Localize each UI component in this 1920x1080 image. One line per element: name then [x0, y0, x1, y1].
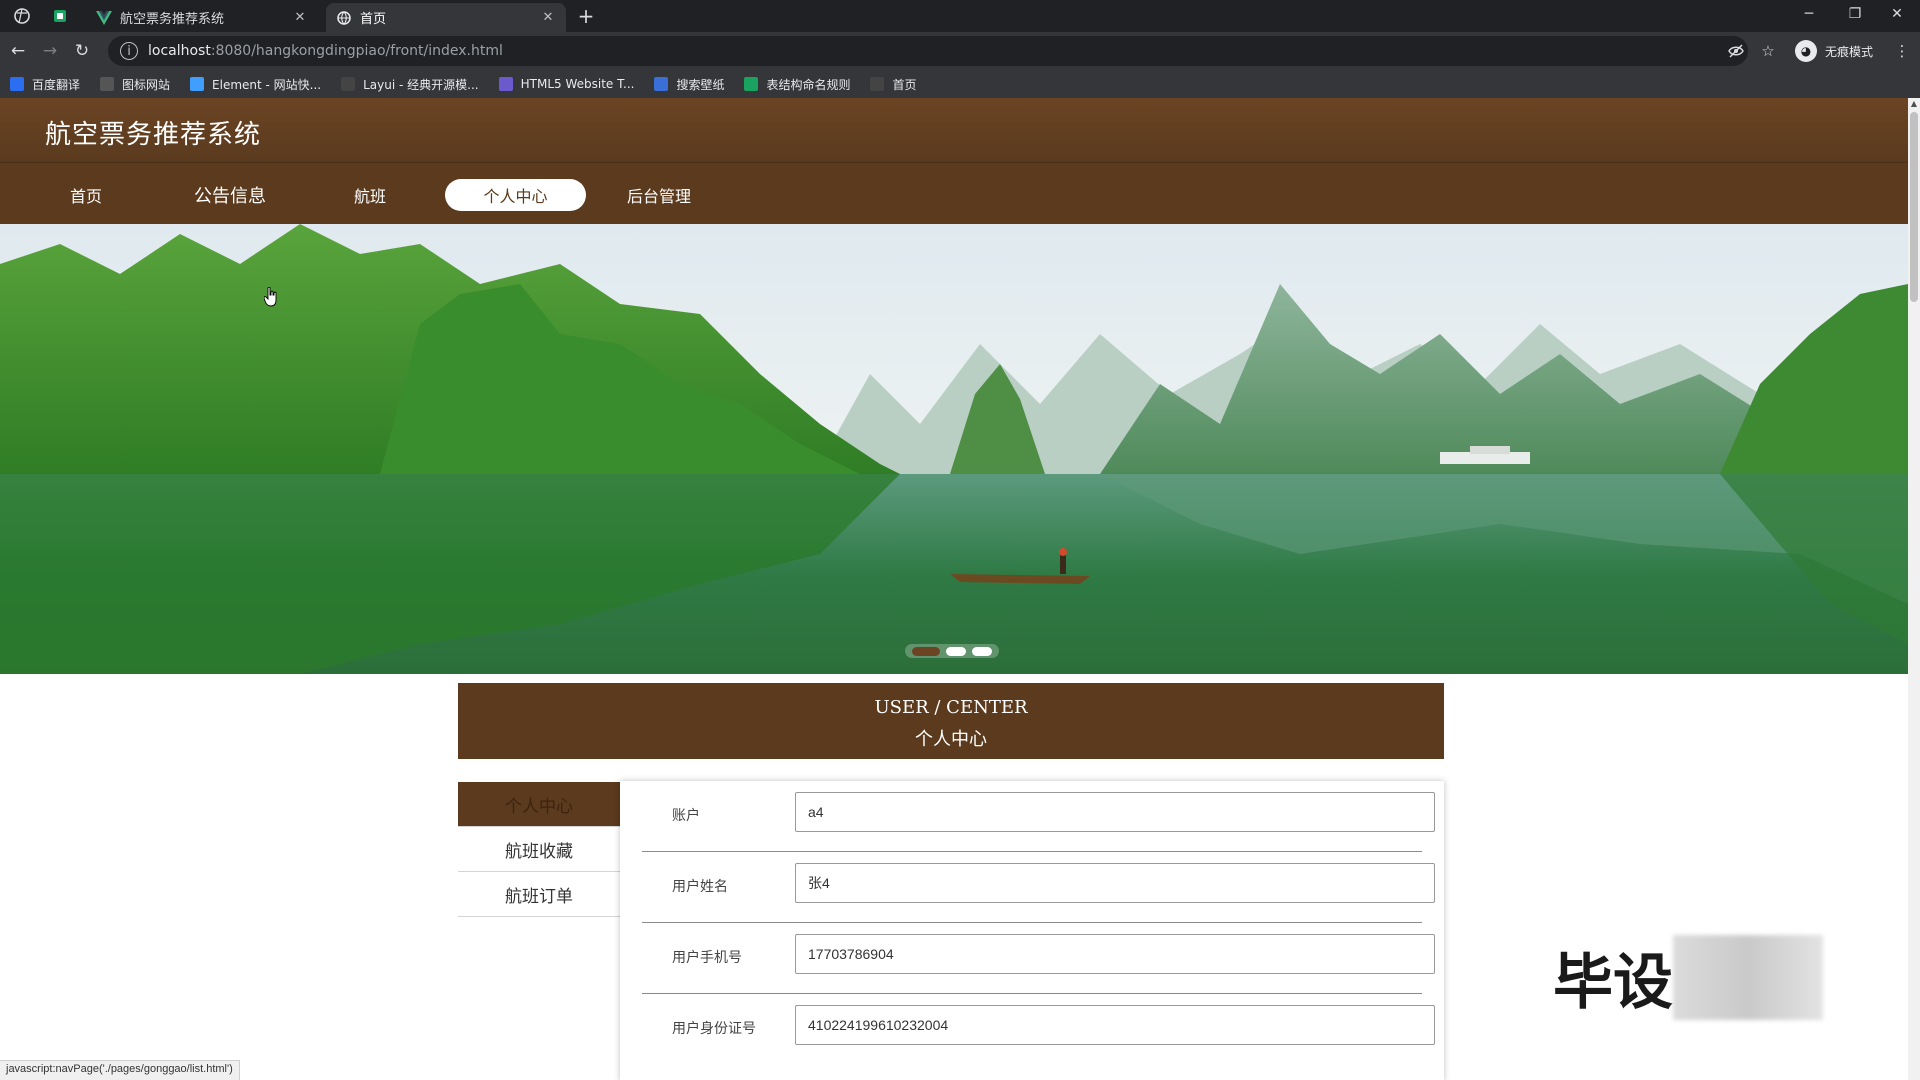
- html5-icon: [498, 77, 513, 91]
- url-host: localhost: [148, 43, 211, 59]
- url-path: :8080/hangkongdingpiao/front/index.html: [210, 43, 503, 59]
- translate-icon: [10, 77, 24, 91]
- page-viewport: 航空票务推荐系统 首页 公告信息 航班 个人中心 后台管理 USER / CEN…: [0, 98, 1908, 1080]
- tab-title: 首页: [360, 12, 387, 27]
- restore-icon[interactable]: ❐: [1832, 0, 1878, 28]
- eye-off-icon[interactable]: [1724, 39, 1748, 63]
- user-center-title-en: USER / CENTER: [874, 697, 1028, 718]
- bookmark-item[interactable]: HTML5 Website T...: [498, 77, 635, 91]
- phone-input[interactable]: [795, 934, 1435, 974]
- bookmark-label: 百度翻译: [32, 77, 81, 92]
- nav-home[interactable]: 首页: [54, 179, 118, 211]
- layui-icon: [341, 77, 356, 91]
- sheet-icon: [744, 77, 759, 91]
- bookmark-label: Element - 网站快...: [212, 77, 322, 92]
- bookmark-label: 图标网站: [122, 77, 171, 92]
- nav-announcements[interactable]: 公告信息: [178, 179, 282, 211]
- close-icon[interactable]: ✕: [292, 10, 308, 26]
- carousel-dot-2[interactable]: [946, 646, 966, 656]
- nav-admin[interactable]: 后台管理: [618, 179, 700, 211]
- nav-user-center[interactable]: 个人中心: [445, 179, 586, 211]
- watermark-blur: [1673, 935, 1823, 1020]
- bookmark-label: 表结构命名规则: [766, 77, 851, 92]
- site-info-icon[interactable]: i: [120, 42, 138, 60]
- bookmark-item[interactable]: 百度翻译: [10, 76, 80, 93]
- nav-flights[interactable]: 航班: [338, 179, 402, 211]
- site-title: 航空票务推荐系统: [45, 120, 262, 150]
- name-input[interactable]: [795, 863, 1435, 903]
- bookmarks-bar: 百度翻译 图标网站 Element - 网站快... Layui - 经典开源模...…: [0, 70, 1920, 98]
- minimize-icon[interactable]: ─: [1786, 0, 1832, 28]
- menu-item-flight-orders[interactable]: 航班订单: [458, 872, 620, 917]
- name-label: 用户姓名: [672, 879, 728, 895]
- incognito-label: 无痕模式: [1825, 44, 1874, 59]
- close-icon[interactable]: ✕: [540, 10, 556, 26]
- flag-icon: [100, 77, 115, 91]
- carousel-indicators: [905, 644, 999, 658]
- form-row-id-number: 用户身份证号: [642, 994, 1435, 1065]
- back-icon[interactable]: ←: [6, 39, 30, 63]
- banner-carousel[interactable]: [0, 224, 1908, 674]
- window-close-icon[interactable]: ✕: [1874, 0, 1920, 28]
- bookmark-label: 搜索壁纸: [676, 77, 725, 92]
- sheet-tab-icon[interactable]: [48, 4, 72, 28]
- chrome-menu-icon[interactable]: [10, 4, 34, 28]
- hand-cursor-icon: [264, 287, 277, 307]
- watermark: 毕设: [1553, 935, 1823, 1020]
- globe-icon: [870, 77, 885, 91]
- wallpaper-icon: [654, 77, 669, 91]
- form-row-account: 账户: [642, 781, 1435, 852]
- watermark-text: 毕设: [1553, 948, 1673, 1018]
- site-header: 航空票务推荐系统: [0, 98, 1908, 162]
- profile-form: 账户 用户姓名 用户手机号 用户身份证号: [620, 781, 1444, 1080]
- reload-icon[interactable]: ↻: [70, 39, 94, 63]
- incognito-icon: ◕: [1795, 40, 1817, 62]
- phone-label: 用户手机号: [672, 950, 742, 966]
- link-status-bar: javascript:navPage('./pages/gonggao/list…: [0, 1060, 240, 1080]
- bookmark-item[interactable]: 首页: [870, 76, 917, 93]
- vue-icon: [96, 10, 112, 26]
- id-number-input[interactable]: [795, 1005, 1435, 1045]
- address-bar[interactable]: i localhost:8080/hangkongdingpiao/front/…: [108, 36, 1748, 66]
- scroll-up-arrow-icon[interactable]: ▲: [1910, 100, 1918, 108]
- banner-landscape-image: [0, 224, 1908, 674]
- browser-toolbar: ← → ↻ i localhost:8080/hangkongdingpiao/…: [0, 32, 1920, 70]
- bookmark-item[interactable]: 图标网站: [100, 76, 170, 93]
- account-label: 账户: [672, 808, 700, 824]
- element-icon: [190, 77, 205, 91]
- bookmark-label: Layui - 经典开源模...: [363, 77, 479, 92]
- incognito-indicator[interactable]: ◕ 无痕模式: [1795, 39, 1873, 63]
- bookmark-label: HTML5 Website T...: [520, 77, 635, 91]
- account-input[interactable]: [795, 792, 1435, 832]
- tab-title: 航空票务推荐系统: [120, 12, 225, 27]
- bookmark-item[interactable]: 搜索壁纸: [654, 76, 724, 93]
- tab-system[interactable]: 航空票务推荐系统 ✕: [86, 3, 318, 32]
- menu-item-flight-favorites[interactable]: 航班收藏: [458, 827, 620, 872]
- page-scrollbar[interactable]: ▲: [1908, 98, 1920, 1080]
- kebab-menu-icon[interactable]: ⋮: [1894, 39, 1910, 63]
- main-nav: 首页 公告信息 航班 个人中心 后台管理: [0, 162, 1908, 224]
- form-row-phone: 用户手机号: [642, 923, 1435, 994]
- globe-icon: [336, 10, 352, 26]
- bookmark-label: 首页: [892, 77, 917, 92]
- bookmark-item[interactable]: Element - 网站快...: [190, 76, 321, 93]
- forward-icon[interactable]: →: [38, 39, 62, 63]
- carousel-dot-1[interactable]: [912, 646, 940, 656]
- bookmark-star-icon[interactable]: ☆: [1756, 39, 1780, 63]
- menu-item-profile[interactable]: 个人中心: [458, 782, 620, 827]
- user-center-menu: 个人中心 航班收藏 航班订单: [458, 782, 620, 917]
- bookmark-item[interactable]: 表结构命名规则: [744, 76, 850, 93]
- bookmark-item[interactable]: Layui - 经典开源模...: [341, 76, 479, 93]
- carousel-dot-3[interactable]: [972, 646, 992, 656]
- id-number-label: 用户身份证号: [672, 1021, 756, 1037]
- form-row-name: 用户姓名: [642, 852, 1435, 923]
- user-center-title-zh: 个人中心: [915, 729, 987, 750]
- scrollbar-thumb[interactable]: [1910, 112, 1918, 302]
- user-center-header: USER / CENTER 个人中心: [458, 683, 1444, 759]
- browser-tab-strip: 航空票务推荐系统 ✕ 首页 ✕ + ─ ❐ ✕: [0, 0, 1920, 32]
- tab-home[interactable]: 首页 ✕: [326, 3, 566, 32]
- new-tab-button[interactable]: +: [574, 4, 598, 28]
